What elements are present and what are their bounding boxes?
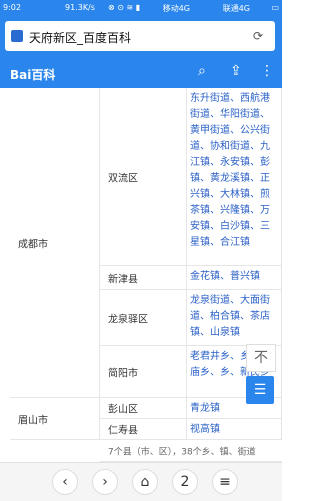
share-icon[interactable]: ⇪ bbox=[230, 63, 242, 79]
scroll-top-button[interactable]: 不 bbox=[246, 344, 276, 372]
more-icon[interactable]: ⋮ bbox=[260, 63, 274, 79]
status-carrier1: 移动4G bbox=[162, 4, 190, 13]
favicon-icon bbox=[11, 30, 23, 42]
towns-cell[interactable]: 金花镇、普兴镇 bbox=[187, 266, 282, 290]
district-name: 简阳市 bbox=[108, 368, 138, 379]
district-name: 彭山区 bbox=[108, 404, 138, 416]
towns-text[interactable]: 视高镇 bbox=[190, 422, 270, 438]
district-cell: 双流区 bbox=[100, 88, 187, 266]
battery-icon: ▭ bbox=[271, 3, 279, 12]
browser-bottom-bar: ‹ › ⌂ 2 ≡ bbox=[0, 462, 282, 501]
summary-row: 7个县（市、区），38个乡、镇、街道 bbox=[100, 440, 282, 462]
district-name: 龙泉驿区 bbox=[108, 314, 148, 325]
summary-text: 7个县（市、区），38个乡、镇、街道 bbox=[108, 447, 256, 457]
url-box[interactable]: 天府新区_百度百科 ⟳ bbox=[5, 21, 275, 51]
towns-text[interactable]: 龙泉街道、大面街道、柏合镇、茶店镇、山泉镇 bbox=[190, 293, 270, 341]
reload-icon[interactable]: ⟳ bbox=[253, 29, 267, 43]
district-name: 双流区 bbox=[108, 173, 138, 184]
baike-header: Bai百科 ⌕ ⇪ ⋮ bbox=[0, 56, 282, 88]
district-name: 新津县 bbox=[108, 274, 138, 285]
status-time: 9:02 bbox=[3, 3, 21, 12]
forward-button[interactable]: › bbox=[92, 469, 118, 495]
status-carrier2: 联通4G bbox=[222, 4, 250, 13]
district-cell: 龙泉驿区 bbox=[100, 290, 187, 346]
page-title[interactable]: 天府新区_百度百科 bbox=[29, 29, 131, 46]
towns-text[interactable]: 东升街道、西航港街道、华阳街道、黄甲街道、公兴街道、协和街道、九江镇、永安镇、彭… bbox=[190, 91, 270, 251]
status-bar: 9:02 91.3K/s ⊗ ⊙ ≋ ▮ 移动4G 联通4G ▭ bbox=[0, 0, 282, 16]
status-speed: 91.3K/s bbox=[65, 3, 95, 12]
status-icons: ⊗ ⊙ ≋ ▮ bbox=[108, 3, 141, 12]
home-button[interactable]: ⌂ bbox=[132, 469, 158, 495]
district-cell: 仁寿县 bbox=[100, 419, 187, 440]
towns-cell[interactable]: 东升街道、西航港街道、华阳街道、黄甲街道、公兴街道、协和街道、九江镇、永安镇、彭… bbox=[187, 88, 282, 266]
back-button[interactable]: ‹ bbox=[52, 469, 78, 495]
district-cell: 新津县 bbox=[100, 266, 187, 290]
content-table: 成都市 双流区 东升街道、西航港街道、华阳街道、黄甲街道、公兴街道、协和街道、九… bbox=[0, 88, 282, 462]
city-name: 眉山市 bbox=[18, 415, 48, 426]
city-cell-chengdu: 成都市 bbox=[10, 88, 100, 398]
city-cell-meishan: 眉山市 bbox=[10, 398, 100, 440]
towns-cell[interactable]: 视高镇 bbox=[187, 419, 282, 440]
menu-button[interactable]: ≡ bbox=[212, 469, 238, 495]
search-icon[interactable]: ⌕ bbox=[198, 63, 206, 79]
district-cell: 彭山区 bbox=[100, 398, 187, 419]
tabs-button[interactable]: 2 bbox=[172, 469, 198, 495]
district-name: 仁寿县 bbox=[108, 425, 138, 437]
towns-cell[interactable]: 龙泉街道、大面街道、柏合镇、茶店镇、山泉镇 bbox=[187, 290, 282, 346]
towns-text[interactable]: 金花镇、普兴镇 bbox=[190, 269, 270, 285]
city-name: 成都市 bbox=[18, 239, 48, 250]
menu-float-button[interactable]: ☰ bbox=[246, 376, 274, 404]
browser-url-bar: 天府新区_百度百科 ⟳ bbox=[0, 16, 282, 56]
district-cell: 简阳市 bbox=[100, 346, 187, 398]
baidu-logo[interactable]: Bai百科 bbox=[10, 66, 55, 83]
